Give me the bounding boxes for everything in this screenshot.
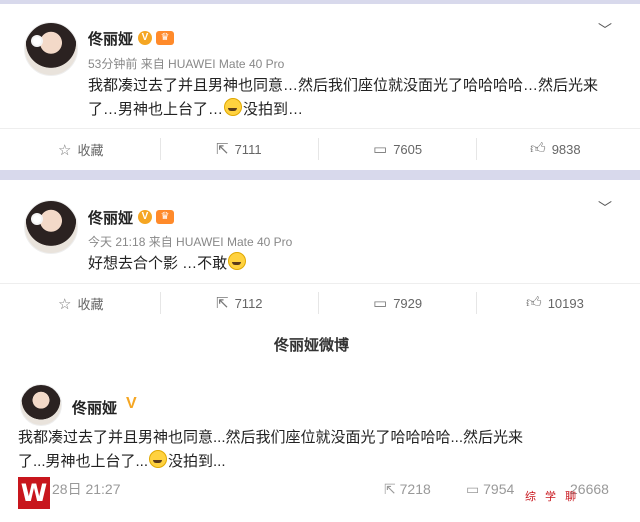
like-count: 10193 bbox=[547, 295, 584, 311]
author-name[interactable]: 佟丽娅 bbox=[88, 28, 133, 49]
divider bbox=[160, 292, 161, 314]
post-text-line-2b: 没拍到… bbox=[243, 101, 304, 118]
divider bbox=[318, 292, 319, 314]
action-bar-top-border bbox=[0, 128, 640, 129]
repost-date: 28日 21:27 bbox=[52, 481, 121, 497]
repost-count: 7112 bbox=[234, 295, 263, 311]
vip-crown-icon: ♛ bbox=[156, 210, 174, 224]
divider bbox=[476, 292, 477, 314]
divider bbox=[318, 138, 319, 160]
watermark-text: 综 学 聊 bbox=[525, 491, 580, 503]
comment-button[interactable]: ▭ 7954 bbox=[466, 481, 514, 498]
top-separator bbox=[0, 0, 640, 4]
avatar[interactable] bbox=[24, 200, 78, 254]
post-text-main: 好想去合个影 …不敢 bbox=[88, 255, 228, 272]
post-time[interactable]: 今天 21:18 bbox=[88, 235, 145, 249]
repost-text-line-1: 我都凑过去了并且男神也同意...然后我们座位就没面光了哈哈哈哈...然后光来 bbox=[18, 429, 524, 446]
post-time[interactable]: 53分钟前 bbox=[88, 57, 137, 71]
like-count: 9838 bbox=[551, 141, 581, 157]
post-text: 好想去合个影 …不敢 bbox=[88, 252, 247, 276]
repost-text-line-2b: 没拍到... bbox=[168, 453, 226, 470]
chevron-down-icon[interactable]: ﹀ bbox=[598, 198, 612, 218]
star-icon: ☆ bbox=[58, 295, 72, 313]
comment-icon: ▭ bbox=[373, 295, 388, 312]
post-source: 来自 HUAWEI Mate 40 Pro bbox=[140, 57, 285, 71]
verified-badge-icon: V bbox=[138, 31, 152, 45]
post-text-line-1: 我都凑过去了并且男神也同意…然后我们座位就没面光了哈哈哈哈…然后光来 bbox=[88, 77, 599, 94]
comment-button[interactable]: ▭ 7605 bbox=[373, 140, 422, 158]
avatar[interactable] bbox=[20, 384, 62, 426]
post-meta: 今天 21:18 来自 HUAWEI Mate 40 Pro bbox=[88, 233, 292, 250]
repost-button[interactable]: ⇱ 7218 bbox=[384, 481, 431, 498]
like-button[interactable]: 👍︎ 9838 bbox=[530, 140, 581, 158]
favorite-label: 收藏 bbox=[77, 297, 104, 312]
favorite-button[interactable]: ☆ 收藏 bbox=[58, 294, 103, 313]
post-text-line-2a: 了…男神也上台了… bbox=[88, 101, 224, 118]
author-name[interactable]: 佟丽娅 bbox=[88, 207, 133, 228]
comment-count: 7605 bbox=[393, 141, 423, 157]
star-icon: ☆ bbox=[58, 141, 72, 159]
repost-icon: ⇱ bbox=[216, 141, 229, 158]
favorite-label: 收藏 bbox=[77, 143, 104, 158]
post-text: 我都凑过去了并且男神也同意…然后我们座位就没面光了哈哈哈哈…然后光来 了…男神也… bbox=[88, 74, 618, 122]
verified-badge-icon: V bbox=[138, 210, 152, 224]
comment-icon: ▭ bbox=[466, 481, 480, 497]
laughing-tears-emoji-icon bbox=[224, 98, 243, 116]
author-name[interactable]: 佟丽娅 bbox=[72, 397, 117, 418]
divider bbox=[160, 138, 161, 160]
comment-button[interactable]: ▭ 7929 bbox=[373, 294, 422, 312]
comment-count: 7954 bbox=[483, 481, 515, 497]
repost-text: 我都凑过去了并且男神也同意...然后我们座位就没面光了哈哈哈哈...然后光来 了… bbox=[18, 426, 623, 474]
favorite-button[interactable]: ☆ 收藏 bbox=[58, 140, 103, 159]
post-meta: 53分钟前 来自 HUAWEI Mate 40 Pro bbox=[88, 55, 284, 72]
repost-icon: ⇱ bbox=[216, 295, 229, 312]
watermark-logo-icon: W bbox=[18, 477, 50, 509]
avatar[interactable] bbox=[24, 22, 78, 76]
repost-count: 7218 bbox=[399, 481, 431, 497]
repost-count: 7111 bbox=[234, 141, 262, 157]
comment-count: 7929 bbox=[393, 295, 423, 311]
thumbs-up-icon: 👍︎ bbox=[530, 140, 546, 157]
verified-badge-icon: V bbox=[126, 395, 137, 412]
post-separator bbox=[0, 170, 640, 180]
laughing-tears-emoji-icon bbox=[228, 252, 247, 270]
thumbs-up-icon: 👍︎ bbox=[526, 294, 542, 311]
section-title: 佟丽娅微博 bbox=[274, 337, 350, 354]
vip-crown-icon: ♛ bbox=[156, 31, 174, 45]
repost-text-line-2a: 了...男神也上台了... bbox=[18, 453, 149, 470]
chevron-down-icon[interactable]: ﹀ bbox=[598, 20, 612, 40]
repost-button[interactable]: ⇱ 7111 bbox=[216, 140, 262, 158]
laughing-tears-emoji-icon bbox=[149, 450, 168, 468]
post-source: 来自 HUAWEI Mate 40 Pro bbox=[148, 235, 293, 249]
repost-button[interactable]: ⇱ 7112 bbox=[216, 294, 263, 312]
divider bbox=[476, 138, 477, 160]
repost-icon: ⇱ bbox=[384, 481, 396, 497]
comment-icon: ▭ bbox=[373, 141, 388, 158]
like-button[interactable]: 👍︎ 10193 bbox=[526, 294, 584, 312]
action-bar-top-border bbox=[0, 283, 640, 284]
